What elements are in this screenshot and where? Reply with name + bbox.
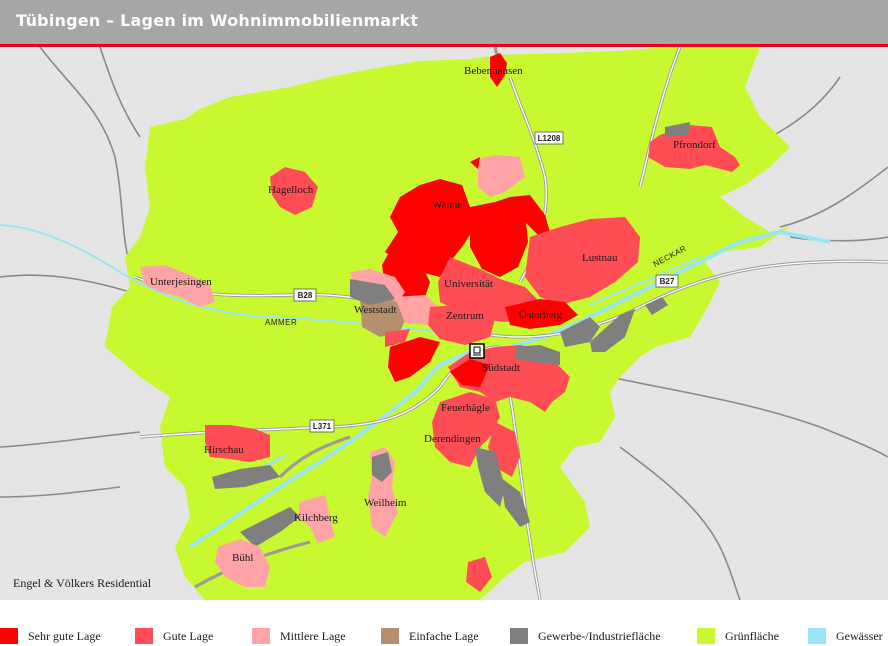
svg-text:L1208: L1208 <box>538 134 561 143</box>
legend-swatch <box>135 628 153 644</box>
label-feuerhaegle: Feuerhägle <box>441 402 490 414</box>
label-lustnau: Lustnau <box>582 252 618 264</box>
svg-text:B27: B27 <box>660 277 675 286</box>
svg-text:B28: B28 <box>298 291 313 300</box>
road-badge-l371: L371 <box>309 419 335 433</box>
legend-item-wasser: Gewässer <box>808 628 883 644</box>
legend-swatch <box>697 628 715 644</box>
legend-swatch <box>0 628 18 644</box>
road-badge-l1208: L1208 <box>534 131 564 145</box>
label-hagelloch: Hagelloch <box>268 184 314 196</box>
map[interactable]: L1208 B28 B27 L371 AMMER NECKAR Bebenhau… <box>0 47 888 600</box>
legend-item-mittel: Mittlere Lage <box>252 628 346 644</box>
label-derendingen: Derendingen <box>424 433 481 445</box>
map-canvas: L1208 B28 B27 L371 AMMER NECKAR Bebenhau… <box>0 47 888 600</box>
legend: Sehr gute Lage Gute Lage Mittlere Lage E… <box>0 624 888 646</box>
label-hirschau: Hirschau <box>204 444 244 456</box>
label-weilheim: Weilheim <box>364 497 407 509</box>
label-kilchberg: Kilchberg <box>294 512 338 524</box>
legend-swatch <box>252 628 270 644</box>
legend-item-gruen: Grünfläche <box>697 628 779 644</box>
label-oesterberg: Österberg <box>519 309 563 321</box>
legend-item-gut: Gute Lage <box>135 628 213 644</box>
road-badge-b28: B28 <box>293 288 317 302</box>
legend-item-einfach: Einfache Lage <box>381 628 479 644</box>
label-universitaet: Universität <box>444 278 493 290</box>
label-pfrondorf: Pfrondorf <box>673 139 716 151</box>
legend-item-sehr-gut: Sehr gute Lage <box>0 628 101 644</box>
svg-text:L371: L371 <box>313 422 332 431</box>
label-weststadt: Weststadt <box>354 304 397 316</box>
header-bar: Tübingen – Lagen im Wohnimmobilienmarkt <box>0 0 888 47</box>
legend-swatch <box>808 628 826 644</box>
label-buehl: Bühl <box>232 552 253 564</box>
label-suedstadt: Südstadt <box>482 362 520 374</box>
road-badge-b27: B27 <box>655 274 679 288</box>
legend-swatch <box>510 628 528 644</box>
page-title: Tübingen – Lagen im Wohnimmobilienmarkt <box>16 11 419 30</box>
label-unterjesingen: Unterjesingen <box>150 276 212 288</box>
legend-swatch <box>381 628 399 644</box>
label-wanne: Wanne <box>432 199 462 211</box>
label-zentrum: Zentrum <box>446 310 484 322</box>
train-station-icon[interactable] <box>469 343 485 359</box>
map-credit: Engel & Völkers Residential <box>13 576 152 590</box>
legend-item-gewerbe: Gewerbe-/Industriefläche <box>510 628 661 644</box>
label-bebenhausen: Bebenhausen <box>464 65 523 77</box>
river-label-ammer: AMMER <box>265 318 297 327</box>
